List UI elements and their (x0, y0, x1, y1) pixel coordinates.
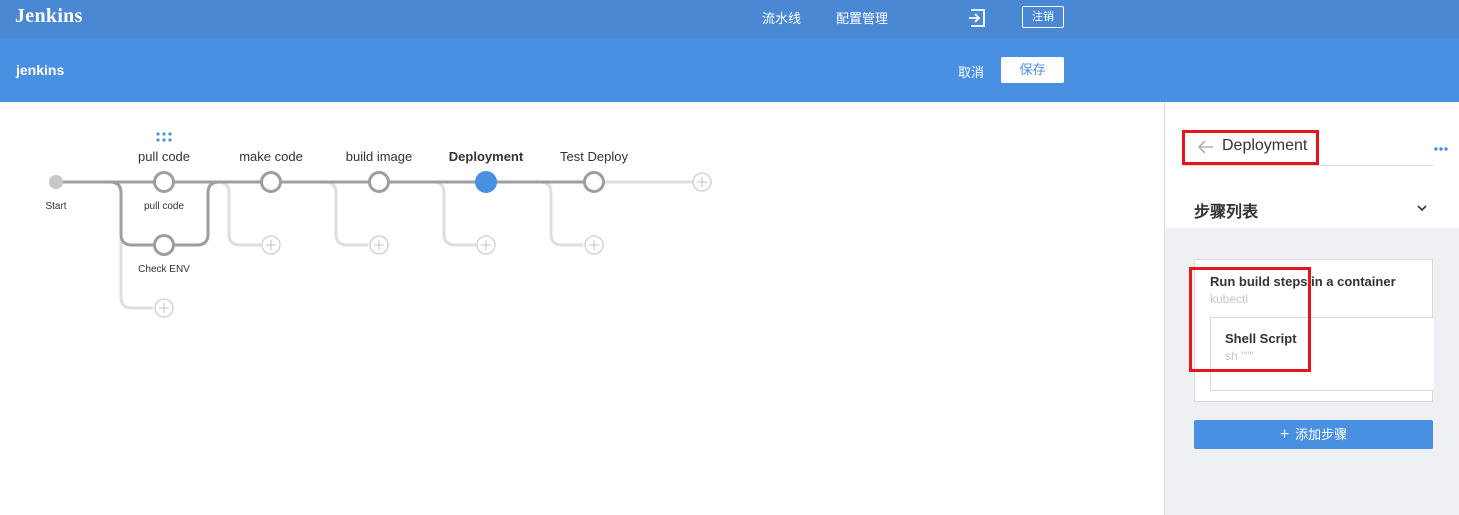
jenkins-logo[interactable]: Jenkins (15, 5, 83, 28)
more-icon[interactable] (1433, 142, 1449, 156)
start-node (49, 175, 63, 189)
step-title[interactable]: Run build steps in a container (1210, 274, 1396, 289)
step-card-container[interactable]: Run build steps in a container kubectl S… (1194, 259, 1434, 402)
pipeline-header: jenkins 取消 保存 (0, 38, 1459, 102)
plus-icon: + (1279, 426, 1290, 443)
stage-label-build-image[interactable]: build image (346, 149, 413, 164)
step-subtitle: kubectl (1210, 292, 1249, 306)
stage-node-make-code[interactable] (260, 171, 282, 193)
add-step-plus-icon[interactable] (261, 235, 281, 255)
pipeline-canvas: Start pull code make code build image De… (0, 102, 1164, 515)
step-card-shell-script[interactable]: Shell Script sh """ (1210, 317, 1434, 391)
pull-code-node-label: pull code (144, 201, 184, 212)
sidebar-title-row: Deployment (1183, 132, 1448, 166)
top-nav-bar: Jenkins 流水线 配置管理 注销 (0, 0, 1459, 38)
stage-editor-sidebar: Deployment 步骤列表 Run build steps in a con… (1164, 102, 1459, 515)
sidebar-title: Deployment (1222, 137, 1308, 154)
pipeline-main-line (56, 180, 594, 247)
stage-label-make-code[interactable]: make code (239, 149, 303, 164)
add-step-plus-icon[interactable] (584, 235, 604, 255)
steps-list-label: 步骤列表 (1194, 204, 1259, 221)
stage-node-check-env[interactable] (153, 234, 175, 256)
stage-node-test-deploy[interactable] (583, 171, 605, 193)
pipeline-graph: Start pull code make code build image De… (45, 132, 712, 318)
cancel-button[interactable]: 取消 (958, 62, 984, 81)
pipeline-name: jenkins (16, 62, 65, 78)
check-env-node-label: Check ENV (138, 264, 190, 275)
add-stage-plus-icon[interactable] (692, 172, 712, 192)
inner-step-subtitle: sh """ (1225, 349, 1254, 363)
back-arrow-icon[interactable] (1197, 138, 1215, 156)
stage-label-test-deploy[interactable]: Test Deploy (560, 149, 628, 164)
exit-icon[interactable] (968, 9, 988, 27)
save-button[interactable]: 保存 (1001, 57, 1064, 83)
grid-dots-icon[interactable] (156, 132, 172, 142)
chevron-down-icon[interactable] (1415, 201, 1429, 215)
stage-node-build-image[interactable] (368, 171, 390, 193)
sidebar-header: Deployment 步骤列表 (1165, 102, 1459, 228)
stage-label-pull-code[interactable]: pull code (138, 149, 190, 164)
nav-pipeline-link[interactable]: 流水线 (762, 8, 801, 27)
stage-label-deployment[interactable]: Deployment (449, 149, 524, 164)
logout-button[interactable]: 注销 (1022, 6, 1064, 28)
inner-step-title[interactable]: Shell Script (1225, 331, 1297, 346)
add-step-button[interactable]: + 添加步骤 (1194, 420, 1433, 449)
start-label: Start (45, 201, 66, 212)
add-step-plus-icon[interactable] (476, 235, 496, 255)
nav-config-link[interactable]: 配置管理 (836, 8, 888, 27)
add-parallel-plus-icon[interactable] (154, 298, 174, 318)
stage-node-deployment[interactable] (475, 171, 497, 193)
add-step-plus-icon[interactable] (369, 235, 389, 255)
stage-node-pull-code[interactable] (153, 171, 175, 193)
add-step-label: 添加步骤 (1295, 427, 1348, 442)
